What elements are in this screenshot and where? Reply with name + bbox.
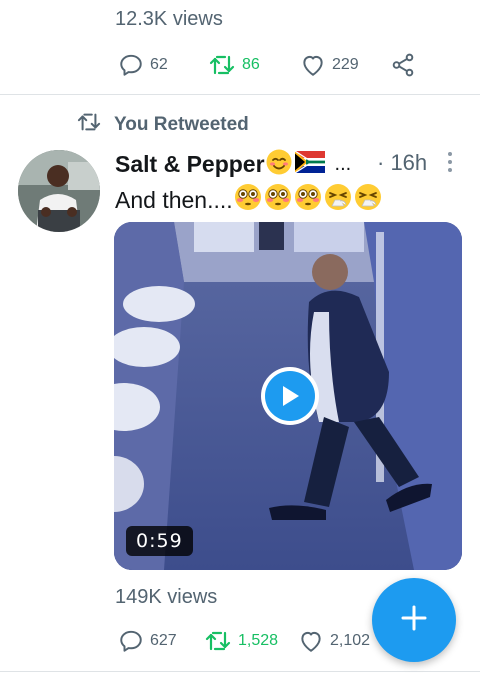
like-count: 229 <box>332 56 359 73</box>
play-button[interactable] <box>261 367 319 425</box>
more-options-icon[interactable] <box>446 151 454 178</box>
heart-icon <box>298 629 324 653</box>
tweet-divider <box>0 94 480 95</box>
retweet-button[interactable]: 86 <box>208 53 300 77</box>
tweet-divider <box>0 671 480 672</box>
smiling-blush-emoji-icon <box>265 148 293 181</box>
retweet-icon <box>208 53 236 77</box>
retweet-button[interactable]: 1,528 <box>204 629 298 653</box>
retweet-icon <box>204 629 232 653</box>
previous-tweet-actions: 62 86 229 <box>118 52 416 78</box>
retweet-context[interactable]: You Retweeted <box>76 111 249 138</box>
tweet-text: And then.... <box>115 182 383 218</box>
author-truncation: ... <box>334 152 352 175</box>
reply-button[interactable]: 62 <box>118 52 208 78</box>
tweet-video[interactable]: 0:59 <box>114 222 462 570</box>
tweet-actions: 627 1,528 2,102 <box>118 628 398 654</box>
heart-icon <box>300 53 326 77</box>
author-name[interactable]: Salt & Pepper <box>115 151 265 178</box>
share-button[interactable] <box>390 52 416 78</box>
avatar[interactable] <box>18 150 100 232</box>
south-africa-flag-icon <box>294 149 325 178</box>
previous-tweet-views: 12.3K views <box>115 8 223 30</box>
flushed-face-emoji-icon <box>233 182 263 218</box>
flushed-face-emoji-icon <box>293 182 323 218</box>
compose-tweet-button[interactable] <box>372 578 456 662</box>
reply-count: 627 <box>150 632 177 649</box>
reply-icon <box>118 52 144 78</box>
video-duration: 0:59 <box>126 526 193 556</box>
retweet-count: 86 <box>242 56 260 73</box>
tweet-text-content: And then.... <box>115 186 233 213</box>
tweet-views: 149K views <box>115 586 218 608</box>
tweet-time[interactable]: · 16h <box>377 150 427 176</box>
retweet-icon <box>76 111 102 138</box>
play-icon <box>265 371 315 421</box>
reply-button[interactable]: 627 <box>118 628 204 654</box>
plus-icon <box>399 603 429 638</box>
flushed-face-emoji-icon <box>263 182 293 218</box>
retweet-label: You Retweeted <box>114 113 249 135</box>
share-icon <box>390 52 416 78</box>
reply-count: 62 <box>150 56 168 73</box>
reply-icon <box>118 628 144 654</box>
like-button[interactable]: 229 <box>300 53 390 77</box>
like-count: 2,102 <box>330 632 371 649</box>
sneezing-face-emoji-icon <box>353 182 383 218</box>
retweet-count: 1,528 <box>238 632 279 649</box>
sneezing-face-emoji-icon <box>323 182 353 218</box>
